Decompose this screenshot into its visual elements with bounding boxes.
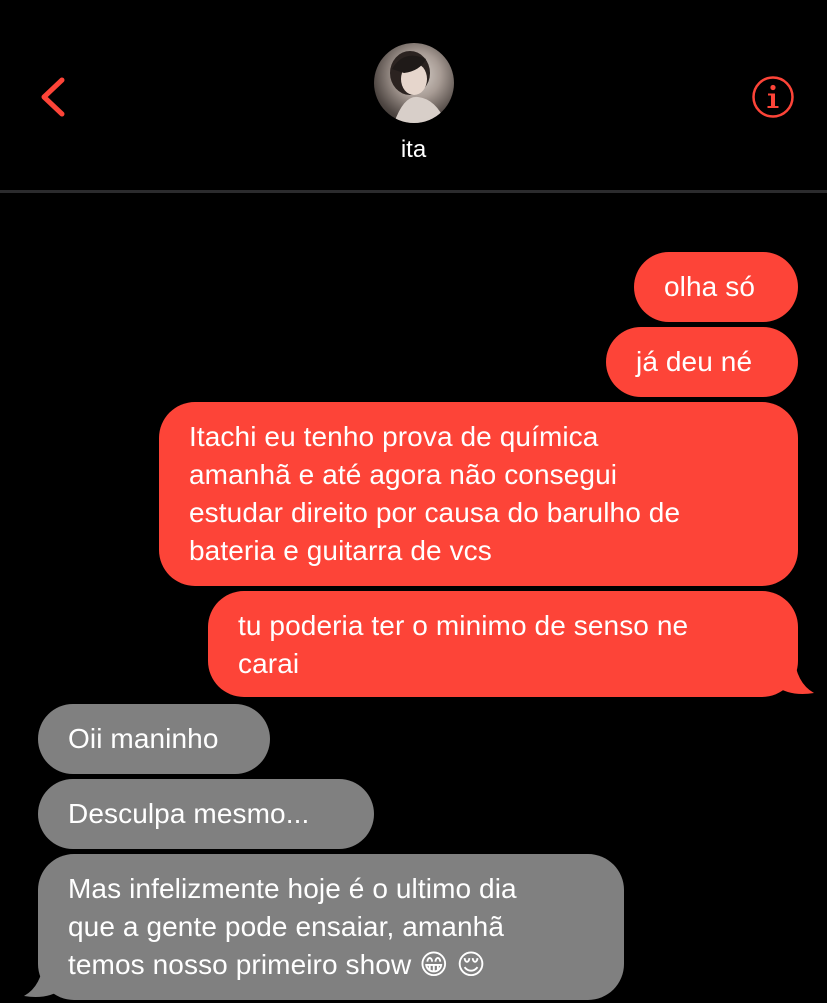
contact-name[interactable]: ita — [0, 136, 827, 164]
sent-message-bubble[interactable]: já deu né — [606, 327, 798, 397]
conversation-header: ita — [0, 0, 827, 190]
contact-avatar[interactable] — [374, 43, 454, 123]
received-bubble-tail — [24, 958, 68, 997]
info-button[interactable] — [751, 75, 795, 119]
header-divider — [0, 190, 827, 193]
sent-message-bubble[interactable]: tu poderia ter o minimo de senso ne cara… — [208, 591, 798, 697]
received-message-bubble[interactable]: Desculpa mesmo... — [38, 779, 374, 849]
received-message-bubble[interactable]: Mas infelizmente hoje é o ultimo dia que… — [38, 854, 624, 1000]
sent-bubble-tail — [770, 655, 814, 694]
sent-message-bubble[interactable]: olha só — [634, 252, 798, 322]
info-circle-icon — [752, 76, 794, 118]
chevron-left-icon — [41, 77, 65, 117]
back-button[interactable] — [34, 74, 74, 120]
sent-message-bubble[interactable]: Itachi eu tenho prova de química amanhã … — [159, 402, 798, 586]
received-message-bubble[interactable]: Oii maninho — [38, 704, 270, 774]
